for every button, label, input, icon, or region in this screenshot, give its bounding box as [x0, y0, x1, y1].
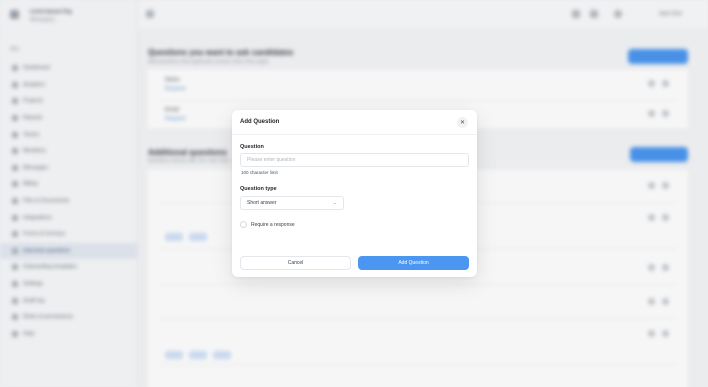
cancel-button[interactable]: Cancel	[240, 256, 351, 270]
require-response-checkbox[interactable]	[240, 221, 247, 228]
dialog-title: Add Question	[240, 119, 280, 125]
dialog-divider	[232, 134, 477, 135]
question-type-select[interactable]: Short answer ⌄	[240, 196, 344, 210]
question-type-label: Question type	[240, 186, 277, 192]
question-input[interactable]	[240, 153, 469, 167]
add-question-button[interactable]: Add Question	[358, 256, 469, 270]
question-type-value: Short answer	[247, 200, 277, 206]
question-label: Question	[240, 144, 264, 150]
character-limit-hint: 100 character limit	[241, 170, 278, 175]
chevron-down-icon: ⌄	[332, 200, 338, 205]
add-question-dialog: Add Question ✕ Question 100 character li…	[232, 110, 477, 277]
require-response-toggle[interactable]: Require a response	[240, 221, 295, 228]
require-response-label: Require a response	[251, 221, 295, 228]
close-icon[interactable]: ✕	[457, 117, 468, 128]
